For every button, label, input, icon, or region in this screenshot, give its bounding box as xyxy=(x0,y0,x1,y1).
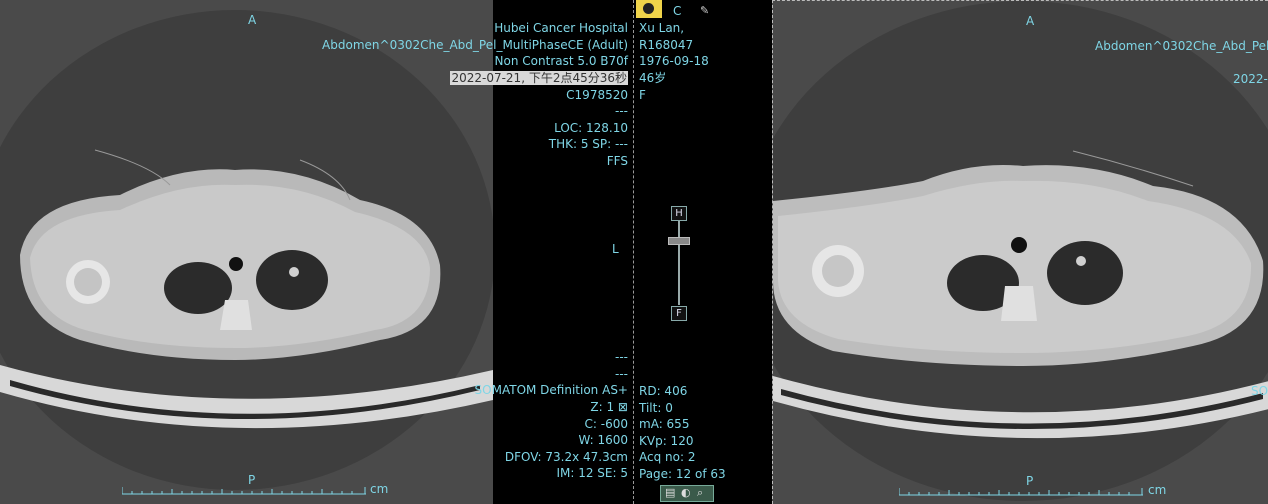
hospital-name: Hubei Cancer Hospital xyxy=(494,21,628,35)
slider-top-label[interactable]: H xyxy=(671,206,687,221)
window-center: C: -600 xyxy=(584,417,628,431)
display-fov: DFOV: 73.2x 47.3cm xyxy=(504,450,628,464)
reference-distance: RD: 406 xyxy=(639,384,688,398)
orientation-top-label: A xyxy=(1026,14,1035,28)
accession-number: C1978520 xyxy=(566,88,628,102)
pencil-icon[interactable]: ✎ xyxy=(700,3,709,20)
record-tool-button[interactable] xyxy=(636,0,662,18)
layers-icon[interactable]: ▤ xyxy=(665,486,675,499)
patient-age: 46岁 xyxy=(639,71,667,85)
panel-letter: C xyxy=(673,4,682,18)
scanner-model-truncated: SO xyxy=(1251,384,1268,398)
tube-current: mA: 655 xyxy=(639,417,690,431)
scale-ruler xyxy=(899,488,1143,496)
page-indicator: Page: 12 of 63 xyxy=(639,467,726,481)
left-viewport[interactable]: A P cm xyxy=(0,0,494,504)
acquisition-number: Acq no: 2 xyxy=(639,450,696,464)
ct-scan-right xyxy=(773,1,1268,501)
scale-ruler xyxy=(122,487,366,495)
orientation-left-label: L xyxy=(612,242,619,256)
acquisition-date-truncated: 2022- xyxy=(1233,72,1268,86)
ruler-unit-label: cm xyxy=(370,482,389,496)
acquisition-datetime: 2022-07-21, 下午2点45分36秒 xyxy=(450,71,628,85)
panel-divider xyxy=(633,0,634,504)
right-viewport[interactable]: A Abdomen^0302Che_Abd_Pel 2022- SO P cm xyxy=(772,0,1268,504)
gantry-tilt: Tilt: 0 xyxy=(639,401,673,415)
series-description: Non Contrast 5.0 B70f xyxy=(494,54,628,68)
overlay-placeholder: --- xyxy=(615,350,628,364)
viewer-tools-toolbar[interactable]: ▤ ◐ ⌕ xyxy=(660,485,714,502)
overlay-placeholder: --- xyxy=(615,104,628,118)
overlay-placeholder: --- xyxy=(615,367,628,381)
ct-scan-left xyxy=(0,10,493,490)
orientation-top-label: A xyxy=(248,13,257,27)
magnifier-icon[interactable]: ⌕ xyxy=(697,486,703,500)
study-description-truncated: Abdomen^0302Che_Abd_Pel xyxy=(1095,39,1268,53)
contrast-icon[interactable]: ◐ xyxy=(681,486,691,499)
study-description: Abdomen^0302Che_Abd_Pel_MultiPhaseCE (Ad… xyxy=(322,38,628,52)
patient-sex: F xyxy=(639,88,646,102)
slice-slider-track[interactable] xyxy=(678,221,680,305)
slice-slider-thumb[interactable] xyxy=(668,237,690,245)
slice-location: LOC: 128.10 xyxy=(554,121,628,135)
scanner-model: SOMATOM Definition AS+ xyxy=(474,383,628,397)
slider-bottom-label[interactable]: F xyxy=(671,306,687,321)
window-width: W: 1600 xyxy=(578,433,628,447)
patient-position: FFS xyxy=(606,154,628,168)
ruler-unit-label: cm xyxy=(1148,483,1167,497)
tube-voltage: KVp: 120 xyxy=(639,434,694,448)
patient-name: Xu Lan, xyxy=(639,21,685,35)
patient-birthdate: 1976-09-18 xyxy=(639,54,709,68)
slice-thickness: THK: 5 SP: --- xyxy=(548,137,628,151)
zoom-level: Z: 1 ⊠ xyxy=(590,400,628,414)
image-series-number: IM: 12 SE: 5 xyxy=(556,466,628,480)
patient-id: R168047 xyxy=(639,38,694,52)
